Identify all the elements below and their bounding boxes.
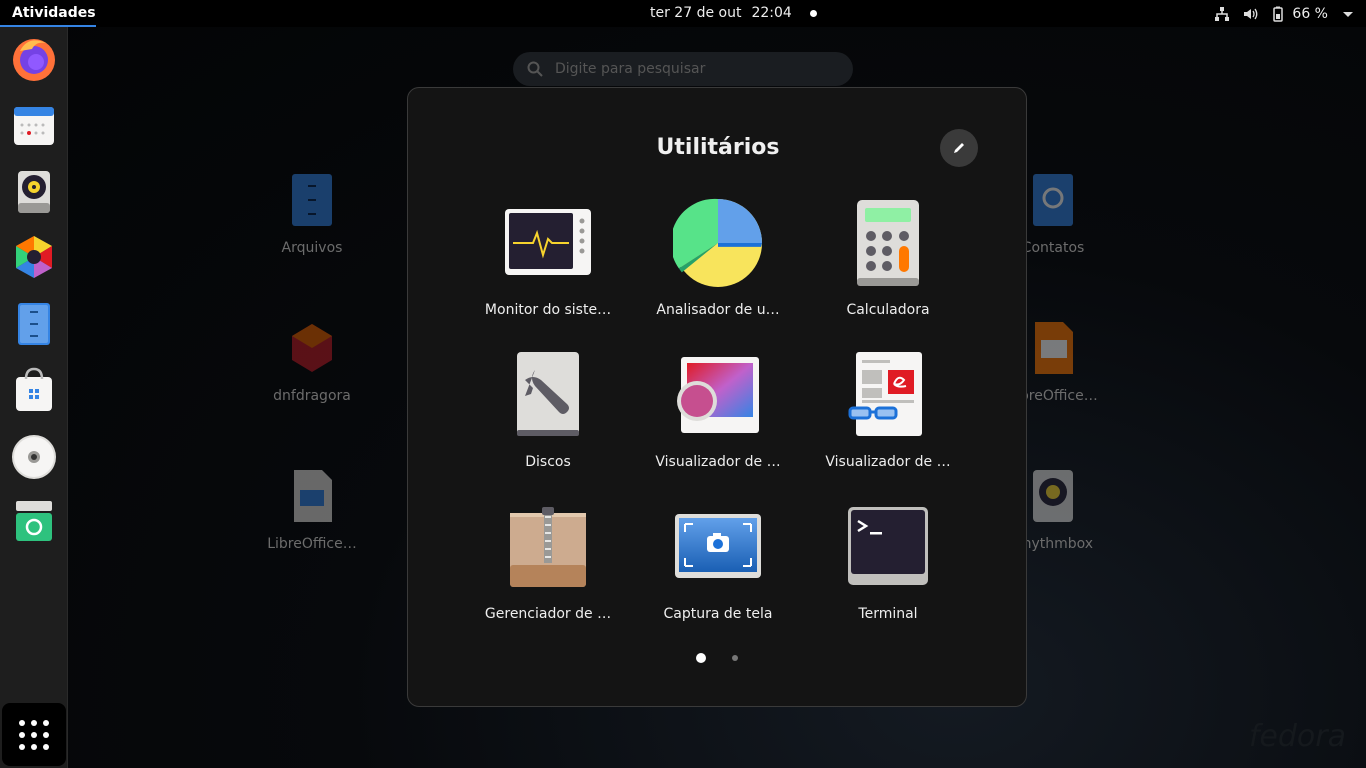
activities-button[interactable]: Atividades: [0, 0, 96, 27]
clock[interactable]: ter 27 de out 22:04: [650, 0, 817, 27]
app-disk-usage-analyzer[interactable]: Analisador de u…: [638, 198, 798, 318]
calculator-icon: [857, 200, 919, 286]
camera-screenshot-icon: [675, 514, 761, 578]
image-viewer-icon: [677, 357, 759, 433]
battery-percent: 66 %: [1292, 5, 1328, 22]
page-indicator: [408, 653, 1028, 663]
trash-icon: [16, 501, 52, 541]
time-label: 22:04: [751, 5, 792, 21]
app-label: Calculadora: [846, 302, 930, 318]
app-icon: [843, 502, 933, 592]
grid-dot-icon: [31, 743, 37, 750]
grid-dot-icon: [19, 743, 25, 750]
app-image-viewer[interactable]: Visualizador de …: [638, 350, 798, 470]
app-icon: [503, 198, 593, 288]
notification-dot-icon: [809, 10, 817, 17]
calendar-icon: [14, 107, 54, 145]
app-icon: [843, 198, 933, 288]
app-icon: [673, 350, 763, 440]
dash-trash[interactable]: [10, 497, 58, 545]
photos-icon: [16, 236, 52, 278]
app-archive-manager[interactable]: Gerenciador de …: [468, 502, 628, 622]
grid-dot-icon: [19, 719, 25, 726]
dash-calendar[interactable]: [10, 101, 58, 149]
dash-software[interactable]: [10, 365, 58, 413]
disk-wrench-icon: [517, 352, 579, 436]
document-icon: [294, 470, 332, 522]
app-screenshot[interactable]: Captura de tela: [638, 502, 798, 622]
network-icon: [1215, 6, 1230, 21]
bg-app-label: LibreOffice…: [267, 536, 357, 552]
app-label: Discos: [525, 454, 571, 470]
speaker-icon: [18, 171, 50, 213]
folder-popup-utilitarios: Utilitários Monitor do siste… Analisador…: [407, 87, 1027, 707]
document-viewer-icon: [848, 352, 922, 436]
firefox-icon: [13, 39, 55, 81]
dash: [0, 27, 68, 768]
terminal-icon: [848, 507, 928, 585]
presentation-icon: [1035, 322, 1073, 374]
date-label: ter 27 de out: [650, 5, 742, 21]
dash-firefox[interactable]: [10, 35, 58, 83]
contacts-icon: [1033, 174, 1073, 226]
search-entry[interactable]: Digite para pesquisar: [513, 52, 853, 86]
grid-dot-icon: [31, 719, 37, 726]
app-label: Visualizador de …: [825, 454, 951, 470]
app-system-monitor[interactable]: Monitor do siste…: [468, 198, 628, 318]
bg-app-arquivos[interactable]: Arquivos: [262, 172, 362, 256]
app-label: Analisador de u…: [656, 302, 780, 318]
shopping-bag-icon: [16, 367, 52, 411]
app-document-viewer[interactable]: Visualizador de …: [808, 350, 968, 470]
grid-dot-icon: [19, 731, 25, 738]
package-icon: [292, 324, 332, 372]
pie-chart-icon: [673, 198, 763, 288]
volume-icon: [1244, 8, 1258, 19]
system-tray[interactable]: 66 %: [1214, 0, 1356, 27]
grid-dot-icon: [43, 743, 49, 750]
folder-title: Utilitários: [656, 135, 780, 160]
app-icon: [843, 350, 933, 440]
speaker-icon: [1033, 470, 1073, 522]
bg-app-label: Arquivos: [281, 240, 343, 256]
disc-icon: [12, 435, 56, 479]
app-label: Captura de tela: [663, 606, 773, 622]
app-label: Gerenciador de …: [484, 606, 612, 622]
app-icon: [503, 350, 593, 440]
file-cabinet-icon: [18, 303, 50, 345]
rename-folder-button[interactable]: [940, 129, 978, 167]
battery-icon: [1273, 6, 1284, 22]
page-dot[interactable]: [732, 655, 738, 661]
app-icon: [673, 198, 763, 288]
app-calculator[interactable]: Calculadora: [808, 198, 968, 318]
dash-optical-disc[interactable]: [10, 431, 58, 479]
app-label: Visualizador de …: [655, 454, 781, 470]
grid-dot-icon: [43, 731, 49, 738]
search-icon: [527, 61, 543, 77]
app-terminal[interactable]: Terminal: [808, 502, 968, 622]
show-applications-button[interactable]: [2, 703, 66, 766]
dash-files[interactable]: [10, 299, 58, 347]
app-label: Monitor do siste…: [484, 302, 612, 318]
search-placeholder: Digite para pesquisar: [555, 61, 706, 77]
bg-app-dnfdragora[interactable]: dnfdragora: [262, 320, 362, 404]
app-icon: [503, 502, 593, 592]
dash-rhythmbox[interactable]: [10, 167, 58, 215]
app-disks[interactable]: Discos: [468, 350, 628, 470]
bg-app-label: dnfdragora: [273, 388, 351, 404]
grid-dot-icon: [43, 719, 49, 726]
battery-indicator: 66 %: [1270, 6, 1328, 22]
bg-app-libreoffice-draw[interactable]: LibreOffice…: [262, 468, 362, 552]
grid-dot-icon: [31, 731, 37, 738]
top-bar: Atividades ter 27 de out 22:04 66 %: [0, 0, 1366, 27]
app-label: Terminal: [858, 606, 918, 622]
chevron-down-icon: [1343, 11, 1353, 17]
system-monitor-icon: [505, 209, 591, 275]
file-cabinet-icon: [292, 174, 332, 226]
pencil-icon: [954, 143, 964, 153]
fedora-watermark: fedora: [1248, 719, 1346, 754]
archive-box-icon: [510, 507, 586, 587]
dash-photos[interactable]: [10, 233, 58, 281]
page-dot-active[interactable]: [696, 653, 706, 663]
app-icon: [673, 502, 763, 592]
